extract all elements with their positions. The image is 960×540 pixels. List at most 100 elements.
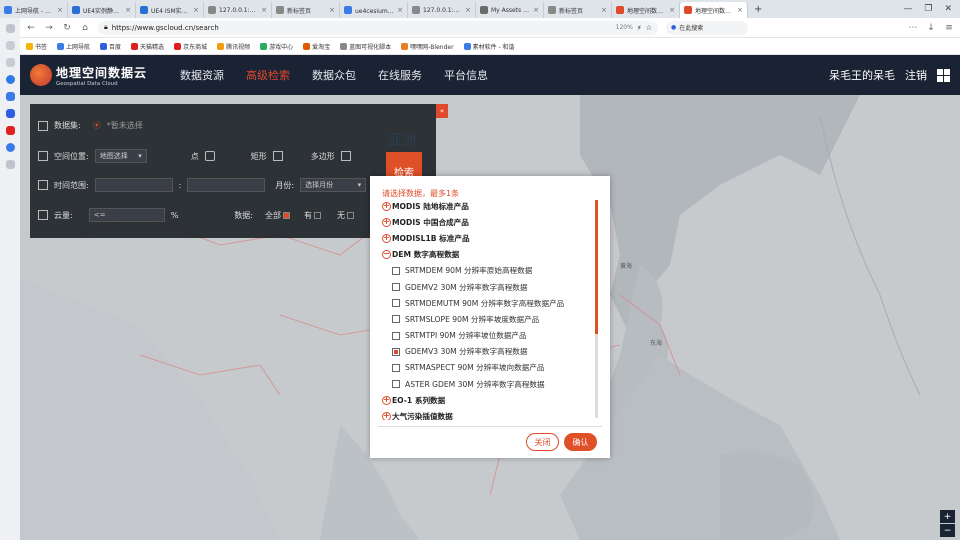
home-icon[interactable]: ⌂ bbox=[80, 23, 90, 33]
bookmark-item[interactable]: 腾讯视频 bbox=[217, 42, 250, 51]
month-select[interactable]: 选择月份 ▾ bbox=[300, 178, 367, 192]
app-icon[interactable] bbox=[5, 143, 15, 152]
checkbox-icon[interactable] bbox=[392, 347, 400, 356]
dataset-category[interactable]: + 大气污染插值数据 bbox=[382, 408, 596, 420]
menu-item[interactable]: 高级检索 bbox=[246, 67, 290, 83]
star-icon[interactable]: ☆ bbox=[646, 24, 652, 32]
dataset-option[interactable]: GDEMV3 30M 分辨率数字高程数据 bbox=[382, 344, 596, 360]
close-tab-icon[interactable]: × bbox=[193, 6, 199, 14]
close-tab-icon[interactable]: × bbox=[669, 6, 675, 14]
dataset-option[interactable]: SRTMSLOPE 90M 分辨率坡度数据产品 bbox=[382, 311, 596, 327]
location-select[interactable]: 地图选择 ▾ bbox=[94, 149, 147, 163]
zoom-out-button[interactable]: − bbox=[940, 524, 955, 537]
extensions-icon[interactable]: ⋯ bbox=[908, 23, 918, 33]
menu-item[interactable]: 数据众包 bbox=[312, 67, 356, 83]
collapse-panel-button[interactable]: « bbox=[436, 104, 448, 118]
dataset-category[interactable]: − DEM 数字高程数据 bbox=[382, 247, 596, 263]
logout-link[interactable]: 注销 bbox=[905, 67, 927, 83]
collapse-sidebar-icon[interactable] bbox=[5, 24, 15, 33]
data-none-checkbox-icon[interactable] bbox=[347, 211, 355, 219]
checkbox-icon[interactable] bbox=[392, 315, 400, 324]
bookmark-item[interactable]: 爱淘宝 bbox=[303, 42, 330, 51]
start-date-input[interactable] bbox=[94, 178, 173, 192]
bookmark-item[interactable]: 百度 bbox=[100, 42, 121, 51]
dataset-category[interactable]: + EO-1 系列数据 bbox=[382, 392, 596, 408]
browser-tab[interactable]: 新标签页 × bbox=[544, 2, 612, 18]
zoom-level[interactable]: 120% bbox=[616, 24, 633, 31]
browser-tab[interactable]: 127.0.0.1:3153/× bbox=[204, 2, 272, 18]
close-tab-icon[interactable]: × bbox=[329, 6, 335, 14]
close-tab-icon[interactable]: × bbox=[125, 6, 131, 14]
close-tab-icon[interactable]: × bbox=[465, 6, 471, 14]
favorites-icon[interactable] bbox=[5, 41, 15, 50]
checkbox-icon[interactable] bbox=[392, 299, 400, 308]
history-icon[interactable] bbox=[5, 58, 15, 67]
bookmark-item[interactable]: 天猫精选 bbox=[131, 42, 164, 51]
browser-tab[interactable]: 地理空间数据云 × bbox=[680, 2, 748, 18]
cloud-input[interactable]: <= bbox=[88, 208, 165, 222]
polygon-tool-icon[interactable] bbox=[340, 151, 351, 161]
bookmark-item[interactable]: 素材软件 - 和谐 bbox=[463, 42, 515, 51]
menu-item[interactable]: 数据资源 bbox=[180, 67, 224, 83]
collapse-icon[interactable]: − bbox=[382, 250, 391, 260]
close-tab-icon[interactable]: × bbox=[261, 6, 267, 14]
reload-icon[interactable]: ↻ bbox=[62, 23, 72, 33]
expand-icon[interactable]: + bbox=[382, 395, 391, 405]
checkbox-icon[interactable] bbox=[392, 266, 400, 275]
dataset-category[interactable]: + MODISL1B 标准产品 bbox=[382, 230, 596, 246]
forward-icon[interactable]: → bbox=[44, 23, 54, 33]
qq-icon[interactable] bbox=[5, 75, 15, 84]
checkbox-icon[interactable] bbox=[392, 331, 400, 340]
bookmark-item[interactable]: 京东商城 bbox=[174, 42, 207, 51]
expand-icon[interactable]: + bbox=[382, 217, 391, 227]
data-all-option[interactable]: 全部 bbox=[265, 210, 291, 221]
bookmark-item[interactable]: 蓝图可视化脚本 bbox=[340, 42, 391, 51]
checkbox-icon[interactable] bbox=[392, 380, 400, 389]
site-logo[interactable]: 地理空间数据云 Geospatial Data Cloud bbox=[30, 64, 170, 87]
browser-tab[interactable]: UE4 ISM实例化 × bbox=[136, 2, 204, 18]
end-date-input[interactable] bbox=[187, 178, 266, 192]
news-icon[interactable] bbox=[5, 126, 15, 135]
browser-tab[interactable]: 新标签页 × bbox=[272, 2, 340, 18]
bookmark-item[interactable]: 游戏中心 bbox=[260, 42, 293, 51]
confirm-button[interactable]: 确认 bbox=[564, 433, 597, 451]
new-tab-icon[interactable]: + bbox=[754, 4, 762, 15]
dataset-option[interactable]: GDEMV2 30M 分辨率数字高程数据 bbox=[382, 279, 596, 295]
data-has-option[interactable]: 有 bbox=[304, 210, 322, 221]
menu-icon[interactable]: ≡ bbox=[944, 23, 954, 33]
zoom-in-button[interactable]: + bbox=[940, 510, 955, 523]
expand-icon[interactable]: + bbox=[382, 201, 391, 211]
point-tool-icon[interactable] bbox=[204, 151, 215, 161]
dataset-category[interactable]: + MODIS 中国合成产品 bbox=[382, 214, 596, 230]
close-button[interactable]: 关闭 bbox=[526, 433, 559, 451]
data-has-checkbox-icon[interactable] bbox=[314, 211, 322, 219]
expand-icon[interactable]: + bbox=[382, 233, 391, 243]
restore-icon[interactable]: ❐ bbox=[924, 4, 932, 14]
checkbox-icon[interactable] bbox=[392, 283, 400, 292]
close-tab-icon[interactable]: × bbox=[57, 6, 63, 14]
dataset-option[interactable]: ASTER GDEM 30M 分辨率数字高程数据 bbox=[382, 376, 596, 392]
username-link[interactable]: 呆毛王的呆毛 bbox=[829, 67, 895, 83]
close-tab-icon[interactable]: × bbox=[737, 6, 743, 14]
close-tab-icon[interactable]: × bbox=[601, 6, 607, 14]
bookmark-item[interactable]: 上网导航 bbox=[57, 42, 90, 51]
close-tab-icon[interactable]: × bbox=[397, 6, 403, 14]
baidu-icon[interactable] bbox=[5, 109, 15, 118]
expand-icon[interactable]: + bbox=[382, 412, 391, 420]
browser-tab[interactable]: My Assets | Ces× bbox=[476, 2, 544, 18]
dataset-value[interactable]: *暂未选择 bbox=[107, 120, 143, 131]
checkbox-icon[interactable] bbox=[392, 363, 400, 372]
dataset-option[interactable]: SRTMTPI 90M 分辨率坡位数据产品 bbox=[382, 328, 596, 344]
dataset-option[interactable]: SRTMASPECT 90M 分辨率坡向数据产品 bbox=[382, 360, 596, 376]
bolt-icon[interactable]: ⚡ bbox=[637, 24, 642, 32]
download-icon[interactable]: ↓ bbox=[926, 23, 936, 33]
close-tab-icon[interactable]: × bbox=[533, 6, 539, 14]
browser-tab[interactable]: 上网导航 - 轻快上网× bbox=[0, 2, 68, 18]
browser-tab[interactable]: UE4实例静态网格× bbox=[68, 2, 136, 18]
browser-tab[interactable]: ue4cesium教程_× bbox=[340, 2, 408, 18]
weibo-icon[interactable] bbox=[5, 92, 15, 101]
dataset-option[interactable]: SRTMDEMUTM 90M 分辨率数字高程数据产品 bbox=[382, 295, 596, 311]
bookmark-item[interactable]: 嘿嘿网-Blender bbox=[401, 42, 454, 51]
browser-search-input[interactable]: ● 在此搜索 bbox=[666, 20, 748, 35]
apps-grid-icon[interactable] bbox=[937, 68, 950, 82]
